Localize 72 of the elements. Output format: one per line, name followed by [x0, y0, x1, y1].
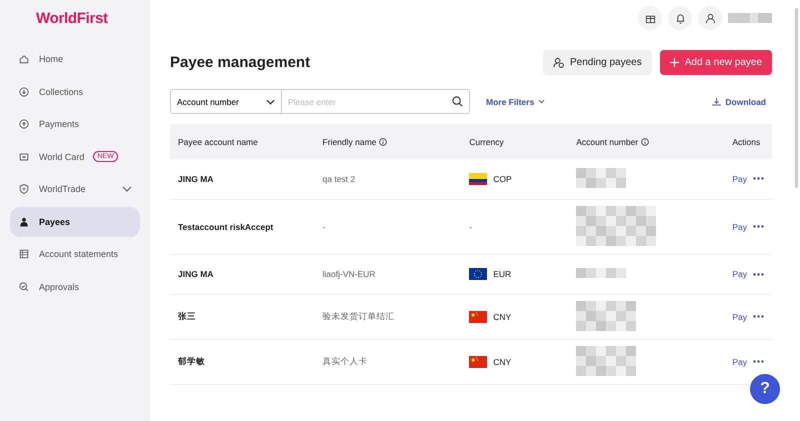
search-field[interactable]: Please enter: [282, 89, 470, 114]
column-header: Payee account name: [178, 136, 258, 146]
plus-icon: [670, 58, 679, 67]
search-icon[interactable]: [452, 96, 463, 107]
blurred-mosaic: [576, 346, 636, 376]
blurred-mosaic: [728, 13, 772, 23]
page-title: Payee management: [170, 54, 312, 71]
approve-icon: [18, 280, 30, 293]
sidebar-item[interactable]: Account statements: [10, 239, 140, 270]
list-icon: [18, 248, 30, 260]
shield-icon: [18, 183, 30, 196]
table-cell: EUR: [493, 269, 512, 279]
people-icon: [18, 216, 30, 228]
flag-icon: [469, 172, 488, 185]
chevron-icon: [538, 99, 546, 104]
flag-icon: [469, 310, 488, 322]
column-header: Actions: [732, 136, 760, 146]
sidebar-item[interactable]: Payees: [10, 206, 140, 237]
download-icon: [712, 97, 722, 106]
up-icon: [18, 118, 30, 130]
blurred-mosaic: [576, 268, 626, 278]
pay-link[interactable]: Pay: [732, 312, 747, 322]
filter-dropdown[interactable]: Account number: [170, 89, 282, 114]
table-cell: 郁学敏: [178, 356, 205, 366]
user-clock-icon: [552, 57, 564, 68]
flag-icon: [469, 268, 488, 280]
blurred-mosaic: [576, 300, 636, 330]
help-button[interactable]: ?: [750, 374, 780, 404]
sidebar-item[interactable]: WorldTrade: [10, 174, 140, 204]
more-filters-link[interactable]: More Filters: [480, 96, 552, 108]
table-cell: JING MA: [178, 174, 214, 184]
more-icon[interactable]: [753, 225, 764, 228]
table-cell: Testaccount riskAccept: [178, 222, 274, 232]
table-cell: CNY: [493, 356, 512, 366]
table-cell: liaofj-VN-EUR: [322, 269, 376, 279]
table-cell: 验未发货订单结汇: [322, 310, 395, 320]
chevron-icon: [266, 98, 275, 104]
sidebar-item[interactable]: Collections: [10, 76, 140, 107]
pay-link[interactable]: Pay: [732, 269, 747, 279]
home-icon: [18, 53, 30, 66]
blurred-mosaic: [576, 168, 626, 188]
gift-icon[interactable]: [638, 6, 662, 30]
more-icon[interactable]: [753, 272, 764, 276]
table-cell: CNY: [493, 312, 512, 322]
flag-icon: [469, 356, 488, 368]
bell-icon[interactable]: [668, 6, 692, 30]
table-cell: -: [469, 222, 472, 232]
table-cell: COP: [493, 174, 512, 184]
download-link[interactable]: Download: [706, 96, 772, 108]
table-cell: 真实个人卡: [322, 356, 368, 366]
pay-link[interactable]: Pay: [732, 356, 747, 366]
column-header: Currency: [469, 136, 504, 146]
pay-link[interactable]: Pay: [732, 174, 747, 184]
user-icon[interactable]: [698, 6, 722, 30]
column-header: Account number: [576, 136, 650, 146]
column-header: Friendly name: [322, 136, 388, 146]
pending-payees-button[interactable]: Pending payees: [542, 50, 652, 75]
card-icon: [18, 150, 30, 163]
pay-link[interactable]: Pay: [732, 222, 747, 232]
sidebar-item[interactable]: Payments: [10, 109, 140, 140]
more-icon[interactable]: [753, 360, 764, 363]
table-cell: JING MA: [178, 269, 214, 279]
down-icon: [18, 86, 30, 98]
table-cell: -: [322, 222, 326, 232]
table-cell: qa test 2: [322, 174, 356, 184]
logo[interactable]: WorldFirst: [0, 0, 150, 32]
more-icon[interactable]: [753, 315, 764, 318]
sidebar-item[interactable]: Home: [10, 44, 140, 74]
more-icon[interactable]: [753, 177, 764, 180]
sidebar-item[interactable]: Approvals: [10, 272, 140, 302]
table-cell: 张三: [178, 310, 196, 320]
add-payee-button[interactable]: Add a new payee: [660, 50, 772, 75]
